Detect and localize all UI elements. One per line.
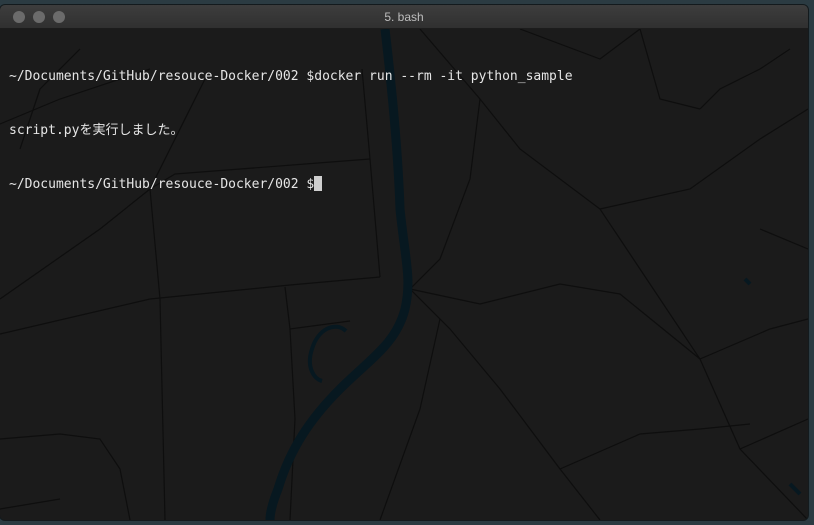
window-title: 5. bash xyxy=(384,10,424,24)
terminal-line: ~/Documents/GitHub/resouce-Docker/002 $d… xyxy=(9,68,573,86)
terminal-line: ~/Documents/GitHub/resouce-Docker/002 $ xyxy=(9,176,573,194)
prompt: ~/Documents/GitHub/resouce-Docker/002 $ xyxy=(9,69,315,84)
title-bar[interactable]: 5. bash xyxy=(0,5,808,29)
terminal-line: script.pyを実行しました。 xyxy=(9,122,573,140)
terminal-output[interactable]: ~/Documents/GitHub/resouce-Docker/002 $d… xyxy=(9,32,573,230)
output-text: script.pyを実行しました。 xyxy=(9,123,184,138)
command-text: docker run --rm -it python_sample xyxy=(314,69,573,84)
text-cursor xyxy=(314,176,323,191)
prompt: ~/Documents/GitHub/resouce-Docker/002 $ xyxy=(9,177,315,192)
terminal-content[interactable]: ~/Documents/GitHub/resouce-Docker/002 $d… xyxy=(0,29,808,520)
terminal-window: 5. bash ~/Documents/GitHub/resouce-Docke… xyxy=(0,5,808,520)
